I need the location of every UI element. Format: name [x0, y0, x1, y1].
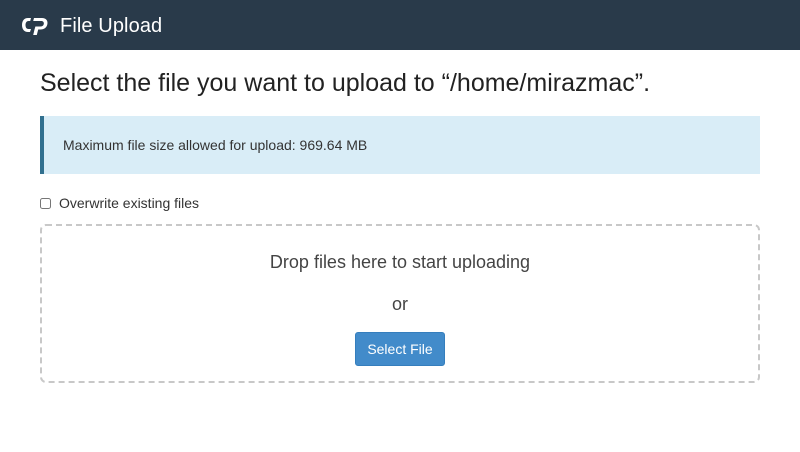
cpanel-logo-icon[interactable] — [20, 15, 52, 37]
overwrite-option[interactable]: Overwrite existing files — [40, 193, 199, 213]
upload-limit-text: Maximum file size allowed for upload: 96… — [63, 137, 368, 153]
app-title: File Upload — [60, 15, 163, 37]
select-file-button[interactable]: Select File — [355, 332, 445, 366]
drop-instructions: Drop files here to start uploading — [269, 252, 531, 272]
overwrite-label[interactable]: Overwrite existing files — [59, 194, 199, 212]
or-separator: or — [391, 294, 408, 314]
page-title: Select the file you want to upload to “/… — [40, 69, 651, 97]
upload-limit-alert: Maximum file size allowed for upload: 96… — [40, 116, 760, 174]
overwrite-checkbox[interactable] — [40, 197, 51, 209]
file-dropzone[interactable]: Drop files here to start uploading or Se… — [40, 224, 760, 383]
top-navbar: File Upload — [0, 0, 800, 50]
